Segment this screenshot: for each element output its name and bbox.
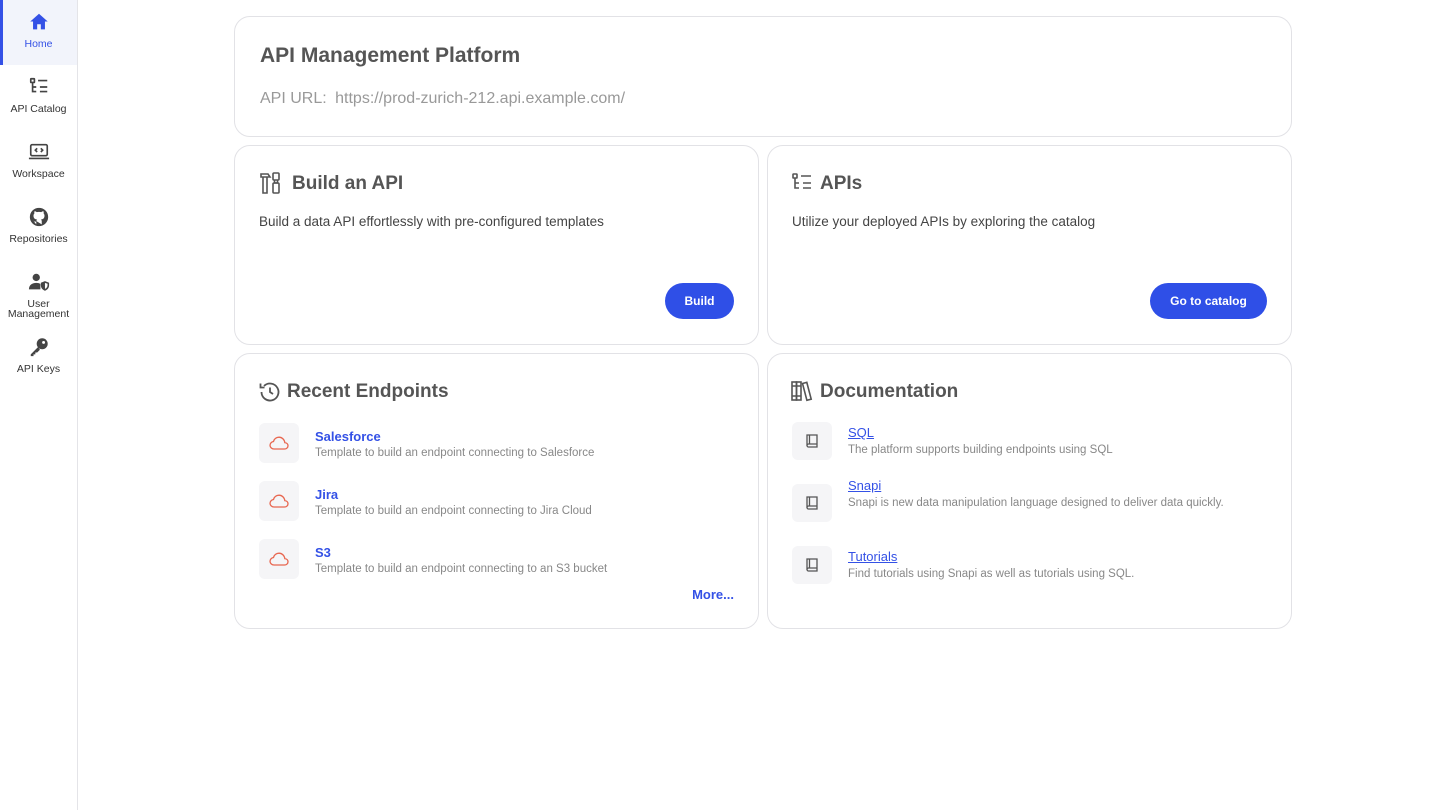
go-to-catalog-button[interactable]: Go to catalog <box>1150 283 1267 319</box>
documentation-title: Documentation <box>820 381 959 402</box>
sidebar-item-home[interactable]: Home <box>0 0 77 65</box>
tools-icon <box>260 172 280 194</box>
cloud-icon <box>269 494 289 508</box>
sidebar-item-label: Workspace <box>12 168 65 180</box>
endpoint-description: Template to build an endpoint connecting… <box>315 447 595 459</box>
doc-description: Find tutorials using Snapi as well as tu… <box>848 568 1135 580</box>
build-api-title: Build an API <box>292 173 404 194</box>
apis-card: APIs Utilize your deployed APIs by explo… <box>767 145 1292 345</box>
doc-link[interactable]: Tutorials <box>848 549 897 564</box>
endpoint-description: Template to build an endpoint connecting… <box>315 505 592 517</box>
endpoint-name[interactable]: Jira <box>315 487 338 502</box>
sidebar-item-workspace[interactable]: Workspace <box>0 130 77 195</box>
doc-description: The platform supports building endpoints… <box>848 444 1113 456</box>
doc-link[interactable]: Snapi <box>848 478 881 493</box>
github-icon <box>29 207 48 227</box>
documentation-card: Documentation SQL The platform supports … <box>767 353 1292 629</box>
apis-title: APIs <box>820 173 863 194</box>
doc-icon-box <box>792 484 832 522</box>
endpoint-icon-box <box>259 481 299 521</box>
sidebar-item-label: Home <box>24 38 53 50</box>
build-api-card: Build an API Build a data API effortless… <box>234 145 759 345</box>
user-shield-icon <box>28 273 49 291</box>
recent-endpoints-title: Recent Endpoints <box>287 381 449 402</box>
endpoint-icon-box <box>259 539 299 579</box>
history-icon <box>259 382 280 402</box>
api-url-row: API URL: https://prod-zurich-212.api.exa… <box>260 90 625 108</box>
api-url-value: https://prod-zurich-212.api.example.com/ <box>335 90 626 107</box>
doc-icon-box <box>792 422 832 460</box>
sidebar-item-user-management[interactable]: User Management <box>0 260 77 325</box>
book-icon <box>806 434 818 448</box>
cloud-icon <box>269 436 289 450</box>
sidebar-item-repositories[interactable]: Repositories <box>0 195 77 260</box>
sidebar-item-label: API Catalog <box>10 103 67 115</box>
recent-endpoints-card: Recent Endpoints Salesforce Template to … <box>234 353 759 629</box>
cloud-icon <box>269 552 289 566</box>
list-tree-icon <box>792 173 811 189</box>
apis-description: Utilize your deployed APIs by exploring … <box>792 214 1096 229</box>
api-url-label: API URL: <box>260 90 327 107</box>
laptop-code-icon <box>28 143 49 160</box>
platform-header-card: API Management Platform API URL: https:/… <box>234 16 1292 137</box>
page-title: API Management Platform <box>260 44 521 67</box>
book-icon <box>806 558 818 572</box>
endpoint-name[interactable]: S3 <box>315 545 331 560</box>
endpoint-description: Template to build an endpoint connecting… <box>315 563 608 575</box>
home-icon <box>29 13 48 30</box>
doc-link[interactable]: SQL <box>848 425 874 440</box>
key-icon <box>30 338 48 357</box>
book-icon <box>806 496 818 510</box>
books-icon <box>791 381 813 402</box>
sidebar-item-api-catalog[interactable]: API Catalog <box>0 65 77 130</box>
list-tree-icon <box>29 77 47 93</box>
endpoint-name[interactable]: Salesforce <box>315 429 381 444</box>
sidebar-item-label: Repositories <box>9 233 68 245</box>
sidebar-item-api-keys[interactable]: API Keys <box>0 325 77 390</box>
doc-description: Snapi is new data manipulation language … <box>848 497 1224 509</box>
sidebar-item-label: User Management <box>7 298 70 320</box>
build-button[interactable]: Build <box>665 283 734 319</box>
sidebar-item-label: API Keys <box>16 363 61 375</box>
build-api-description: Build a data API effortlessly with pre-c… <box>259 214 604 229</box>
more-endpoints-link[interactable]: More... <box>692 587 734 602</box>
sidebar: Home API Catalog Workspace Repositories … <box>0 0 78 810</box>
endpoint-icon-box <box>259 423 299 463</box>
doc-icon-box <box>792 546 832 584</box>
